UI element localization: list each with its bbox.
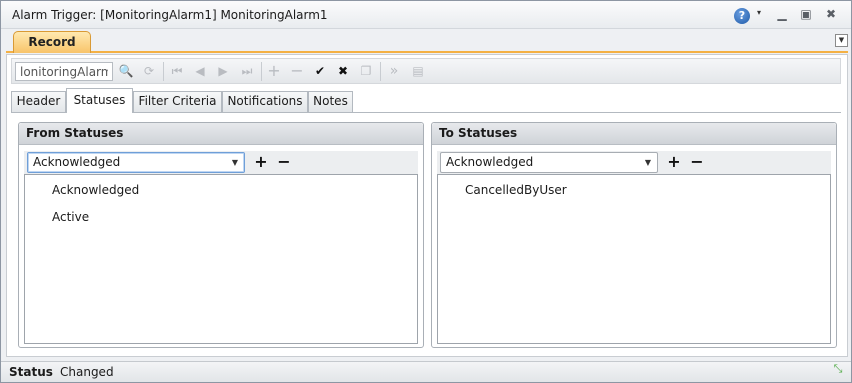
last-record-icon[interactable]: ⏭ (237, 61, 257, 81)
cancel-icon[interactable]: ✖ (333, 61, 353, 81)
tab-divider (11, 112, 841, 113)
select-value: Acknowledged (33, 155, 121, 169)
copy-icon[interactable]: ❐ (356, 61, 376, 81)
chevron-down-icon[interactable]: ▼ (232, 153, 238, 172)
tab-statuses[interactable]: Statuses (66, 88, 133, 113)
list-item[interactable]: Acknowledged (52, 183, 139, 197)
tab-header[interactable]: Header (11, 91, 66, 112)
resize-icon[interactable]: ⤡ (830, 363, 846, 380)
page-icon[interactable]: ▤ (408, 61, 428, 81)
window-title: Alarm Trigger: [MonitoringAlarm1] Monito… (12, 8, 328, 22)
record-content: 🔍 ⟳ ⏮ ◀ ▶ ⏭ + − ✔ ✖ ❐ » ▤ Header Statuse… (6, 54, 848, 357)
panel-toolbar: Acknowledged ▼ + − (24, 151, 418, 174)
select-value: Acknowledged (446, 155, 534, 169)
add-status-icon[interactable]: + (253, 153, 269, 171)
status-value: Changed (60, 365, 114, 379)
to-status-list[interactable]: CancelledByUser (437, 174, 831, 344)
toolbar-separator (261, 62, 262, 81)
chevron-down-icon[interactable]: ▼ (645, 153, 651, 172)
panel-title: From Statuses (19, 123, 423, 145)
record-id-field[interactable] (15, 62, 113, 81)
alarm-trigger-window: Alarm Trigger: [MonitoringAlarm1] Monito… (0, 0, 852, 383)
add-status-icon[interactable]: + (666, 153, 682, 171)
remove-record-icon[interactable]: − (287, 61, 307, 81)
tab-filter-criteria[interactable]: Filter Criteria (133, 91, 222, 112)
list-item[interactable]: Active (52, 210, 89, 224)
add-record-icon[interactable]: + (264, 61, 284, 81)
from-statuses-panel: From Statuses Acknowledged ▼ + − Acknowl… (18, 122, 424, 348)
record-tab[interactable]: Record (13, 31, 91, 53)
from-status-select[interactable]: Acknowledged ▼ (27, 152, 245, 173)
minimize-icon[interactable]: ▁ (774, 6, 790, 22)
search-icon[interactable]: 🔍 (116, 61, 136, 81)
previous-record-icon[interactable]: ◀ (190, 61, 210, 81)
remove-status-icon[interactable]: − (276, 153, 292, 171)
status-label: Status (9, 365, 53, 379)
list-item[interactable]: CancelledByUser (465, 183, 567, 197)
check-icon[interactable]: ✔ (310, 61, 330, 81)
record-tab-strip: Record ▼ (6, 30, 848, 53)
status-bar: Status Changed ⤡ (1, 361, 851, 382)
first-record-icon[interactable]: ⏮ (167, 61, 187, 81)
to-statuses-panel: To Statuses Acknowledged ▼ + − Cancelled… (431, 122, 837, 348)
panel-title: To Statuses (432, 123, 836, 145)
from-status-list[interactable]: Acknowledged Active (24, 174, 418, 344)
refresh-icon[interactable]: ⟳ (139, 61, 159, 81)
help-icon[interactable]: ? (734, 8, 750, 24)
tab-notifications[interactable]: Notifications (222, 91, 308, 112)
next-record-icon[interactable]: ▶ (213, 61, 233, 81)
record-toolbar: 🔍 ⟳ ⏮ ◀ ▶ ⏭ + − ✔ ✖ ❐ » ▤ (11, 58, 841, 84)
title-bar: Alarm Trigger: [MonitoringAlarm1] Monito… (1, 1, 851, 29)
remove-status-icon[interactable]: − (689, 153, 705, 171)
forward-icon[interactable]: » (384, 61, 404, 81)
to-status-select[interactable]: Acknowledged ▼ (440, 152, 658, 173)
toolbar-separator (163, 62, 164, 81)
tab-notes[interactable]: Notes (308, 91, 353, 112)
help-dropdown-icon[interactable]: ▾ (757, 8, 761, 17)
close-icon[interactable]: ✖ (823, 6, 839, 22)
toolbar-separator (380, 62, 381, 81)
maximize-icon[interactable]: ▣ (798, 6, 814, 22)
collapse-icon[interactable]: ▼ (835, 34, 848, 47)
panel-toolbar: Acknowledged ▼ + − (437, 151, 831, 174)
